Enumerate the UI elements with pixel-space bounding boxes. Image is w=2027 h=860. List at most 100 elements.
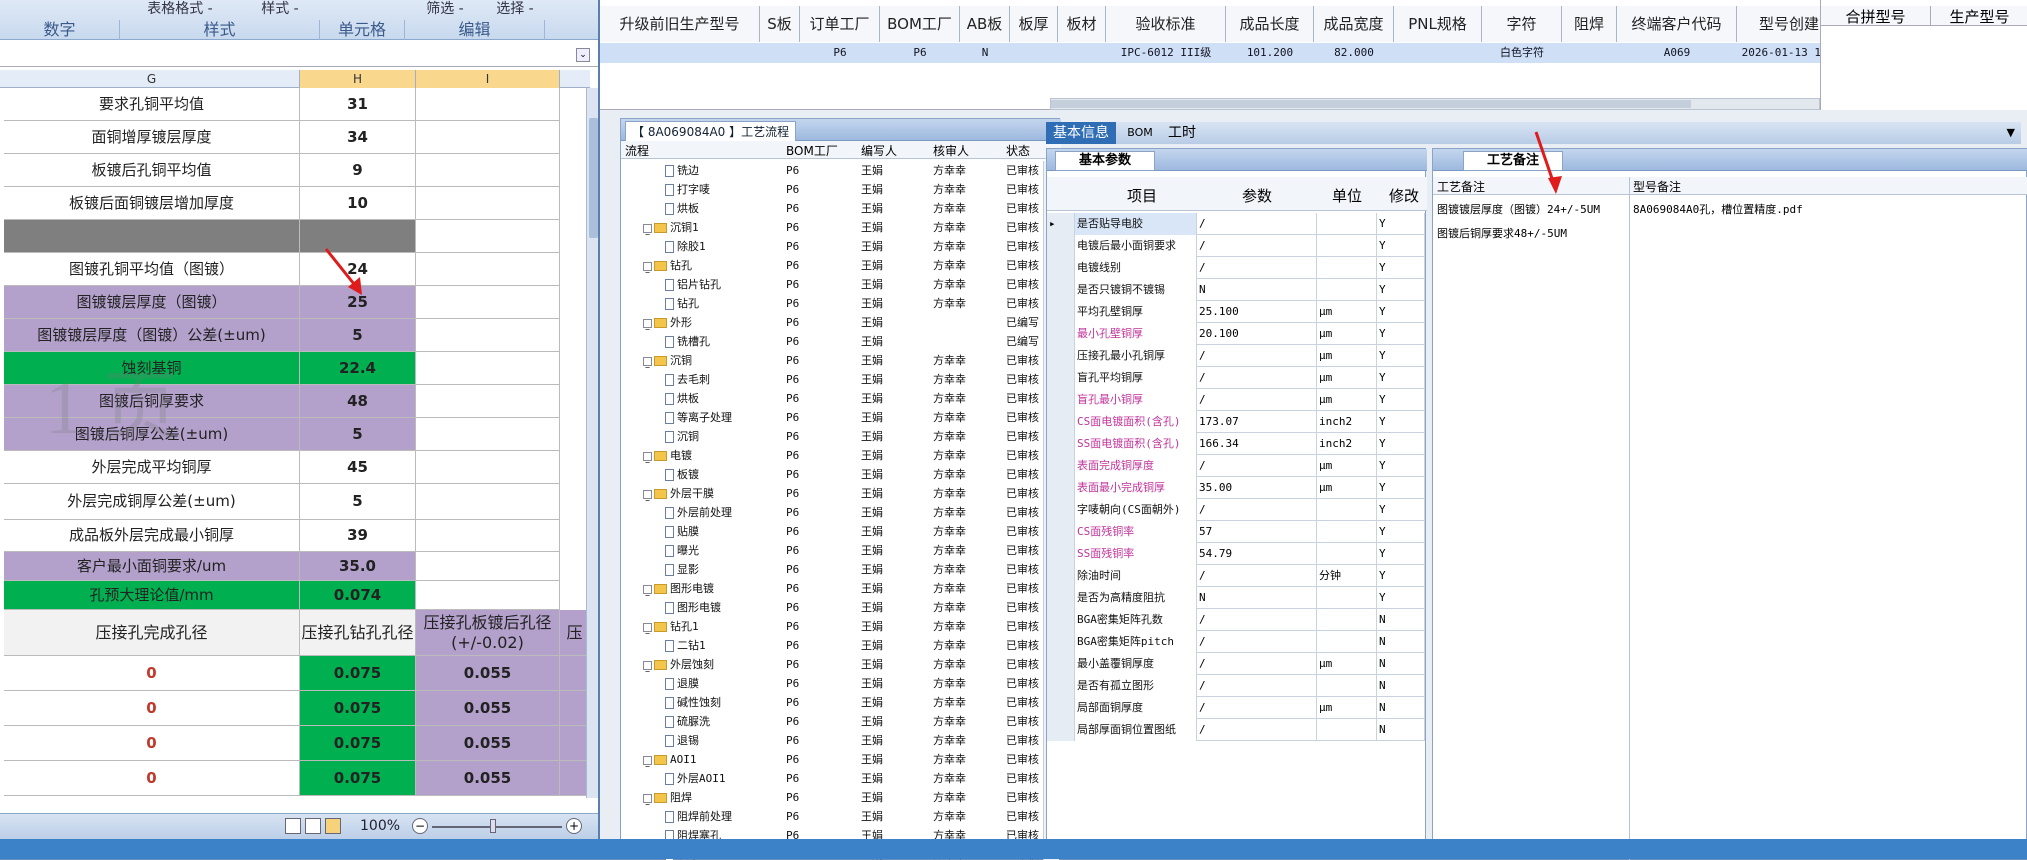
flow-row[interactable]: 钻孔 P6 王娟 方幸幸 已审核 [621,294,1041,313]
flow-row[interactable]: 铣槽孔 P6 王娟 已编写 [621,332,1041,351]
flow-row[interactable]: − 图形电镀 P6 王娟 方幸幸 已审核 [621,579,1041,600]
table-header-cell[interactable]: 压接孔板镀后孔径(+/-0.02) [416,610,560,656]
param-row[interactable]: BGA密集矩阵pitch / N [1047,631,1425,653]
param-value[interactable]: / [1197,235,1317,257]
row-label[interactable]: 板镀后面铜镀层增加厚度 [4,187,300,220]
table-header-cell[interactable]: 压接孔完成孔径 [4,610,300,656]
flow-step-name[interactable]: − 外层干膜 [643,484,714,505]
vertical-scrollbar[interactable] [586,88,598,798]
flow-row[interactable]: 打字唛 P6 王娟 方幸幸 已审核 [621,180,1041,199]
table-cell[interactable]: 0.075 [300,691,416,726]
param-row[interactable]: 最小孔壁铜厚 20.100 μm Y [1047,323,1425,345]
row-selector[interactable] [1047,587,1075,609]
param-value[interactable]: / [1197,653,1317,675]
model-grid-header[interactable]: 验收标准 [1106,6,1226,42]
table-cell[interactable]: 0.055 [416,726,560,761]
param-value[interactable]: / [1197,257,1317,279]
row-value-i[interactable] [416,552,560,581]
model-grid-cell[interactable]: N [960,43,1010,63]
flow-row[interactable]: 铝片钻孔 P6 王娟 方幸幸 已审核 [621,275,1041,294]
row-label[interactable]: 要求孔铜平均值 [4,88,300,121]
model-grid-cell[interactable]: 82.000 [1314,43,1394,63]
flow-row[interactable]: 烘板 P6 王娟 方幸幸 已审核 [621,199,1041,218]
h-scroll-thumb[interactable] [1051,100,1691,108]
flow-row[interactable]: 显影 P6 王娟 方幸幸 已审核 [621,560,1041,579]
row-value[interactable]: 22.4 [300,352,416,385]
flow-step-name[interactable]: 去毛刺 [665,370,710,389]
param-row[interactable]: 电镀线别 / Y [1047,257,1425,279]
basic-params-grid[interactable]: ▸ 是否贴导电胶 / Y 电镀后最小面铜要求 / Y 电镀线别 / Y 是否只镀铜不镀锡 N Y 平均孔壁… [1047,213,1427,813]
tab-bom[interactable]: BOM [1120,122,1160,144]
flow-step-name[interactable]: − 电镀 [643,446,692,467]
row-label[interactable]: 面铜增厚镀层厚度 [4,121,300,154]
row-value-i[interactable] [416,88,560,121]
row-label[interactable]: 外层完成平均铜厚 [4,451,300,484]
flow-step-name[interactable]: 烘板 [665,389,699,408]
row-value[interactable]: 5 [300,319,416,352]
model-grid-cell[interactable]: P6 [880,43,960,63]
model-grid-cell[interactable] [1394,43,1482,63]
row-value-i[interactable] [416,253,560,286]
row-label[interactable]: 板镀后孔铜平均值 [4,154,300,187]
model-grid-header[interactable]: 订单工厂 [800,6,880,42]
row-value[interactable]: 35.0 [300,552,416,581]
horizontal-scrollbar[interactable] [1050,98,1820,110]
row-label[interactable]: 图镀孔铜平均值（图镀） [4,253,300,286]
row-selector[interactable] [1047,675,1075,697]
model-note-1[interactable]: 8A069084A0孔，槽位置精度.pdf [1633,201,1803,217]
param-value[interactable]: / [1197,389,1317,411]
param-value[interactable]: / [1197,345,1317,367]
collapse-icon[interactable]: − [643,755,652,771]
model-grid-cell[interactable]: P6 [800,43,880,63]
flow-row[interactable]: 退锡 P6 王娟 方幸幸 已审核 [621,731,1041,750]
flow-col-name[interactable]: 流程 [625,142,649,159]
row-label[interactable]: 孔预大理论值/mm [4,581,300,610]
row-selector[interactable] [1047,235,1075,257]
flow-step-name[interactable]: 贴膜 [665,522,699,541]
model-grid-header[interactable]: 板材 [1058,6,1106,42]
row-value-i[interactable] [416,154,560,187]
flow-step-name[interactable]: 打字唛 [665,180,710,199]
param-value[interactable]: / [1197,213,1317,235]
flow-step-name[interactable]: 铝片钻孔 [665,275,721,294]
row-value[interactable]: 31 [300,88,416,121]
table-cell[interactable]: 0.055 [416,691,560,726]
collapse-icon[interactable]: − [643,584,652,600]
filter-button[interactable]: 筛选 - [410,0,480,18]
row-selector[interactable] [1047,257,1075,279]
zoom-slider[interactable] [432,826,562,828]
row-value[interactable]: 39 [300,520,416,552]
table-cell[interactable]: 0 [4,691,300,726]
dropdown-arrow-icon[interactable]: ▼ [2007,126,2015,139]
process-flow-tree[interactable]: 铣边 P6 王娟 方幸幸 已审核 打字唛 P6 王娟 方幸幸 已审核 烘板 P6 王娟 方幸幸 已审核 − 沉铜… [621,161,1041,860]
model-grid-header[interactable]: S板 [760,6,800,42]
model-grid-cell[interactable]: A069 [1617,43,1737,63]
flow-step-name[interactable]: − 钻孔1 [643,617,699,638]
row-value-i[interactable] [416,520,560,552]
flow-row[interactable]: 曝光 P6 王娟 方幸幸 已审核 [621,541,1041,560]
row-selector[interactable] [1047,697,1075,719]
param-row[interactable]: CS面残铜率 57 Y [1047,521,1425,543]
row-value-i[interactable] [416,418,560,451]
tab-basic-info[interactable]: 基本信息 [1046,122,1116,144]
table-format-button[interactable]: 表格格式 - [120,0,240,18]
row-label[interactable] [4,220,300,253]
flow-row[interactable]: − 电镀 P6 王娟 方幸幸 已审核 [621,446,1041,467]
select-button[interactable]: 选择 - [480,0,550,18]
flow-row[interactable]: − AOI1 P6 王娟 方幸幸 已审核 [621,750,1041,771]
table-cell[interactable]: 0.055 [416,656,560,691]
flow-step-name[interactable]: 烘板 [665,199,699,218]
flow-step-name[interactable]: − 阻焊 [643,788,692,809]
table-header-cell[interactable]: 压接孔钻孔孔径 [300,610,416,656]
param-value[interactable]: 57 [1197,521,1317,543]
param-value[interactable]: 54.79 [1197,543,1317,565]
col-modify[interactable]: 修改 [1389,185,1419,206]
collapse-icon[interactable]: − [643,622,652,638]
collapse-icon[interactable]: − [643,489,652,505]
model-grid-header[interactable]: 升级前旧生产型号 [600,6,760,42]
row-value[interactable]: 10 [300,187,416,220]
row-selector[interactable] [1047,719,1075,741]
col-model-note[interactable]: 型号备注 [1633,178,1681,195]
flow-row[interactable]: − 沉铜1 P6 王娟 方幸幸 已审核 [621,218,1041,239]
param-value[interactable]: 35.00 [1197,477,1317,499]
